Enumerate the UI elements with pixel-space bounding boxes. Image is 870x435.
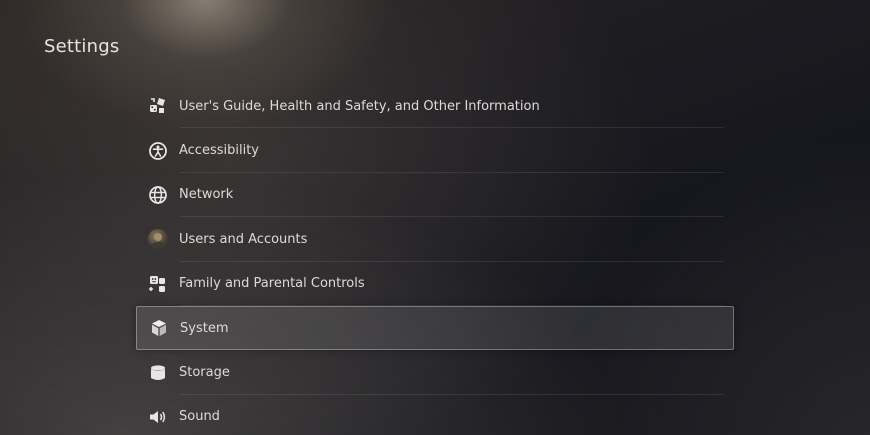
menu-item-label: Family and Parental Controls (179, 276, 365, 292)
menu-item-users-guide[interactable]: User's Guide, Health and Safety, and Oth… (136, 84, 734, 129)
menu-item-users-and-accounts[interactable]: Users and Accounts (136, 217, 734, 262)
family-controls-icon (148, 274, 168, 294)
menu-item-label: Storage (179, 365, 230, 381)
menu-item-network[interactable]: Network (136, 173, 734, 218)
menu-item-system[interactable]: System (136, 305, 734, 351)
page-title: Settings (44, 36, 120, 57)
menu-item-accessibility[interactable]: Accessibility (136, 128, 734, 174)
menu-item-family-controls[interactable]: Family and Parental Controls (136, 262, 734, 307)
cube-icon (149, 318, 169, 338)
menu-item-label: Sound (179, 409, 220, 425)
guide-icon (148, 96, 168, 116)
settings-menu: User's Guide, Health and Safety, and Oth… (136, 84, 734, 435)
menu-item-label: Users and Accounts (179, 231, 308, 247)
menu-item-label: Accessibility (179, 143, 259, 159)
menu-item-label: User's Guide, Health and Safety, and Oth… (179, 98, 540, 114)
globe-icon (148, 185, 168, 205)
menu-item-storage[interactable]: Storage (136, 350, 734, 396)
accessibility-icon (148, 141, 168, 161)
menu-item-label: System (180, 320, 229, 336)
speaker-icon (148, 407, 168, 427)
user-avatar (148, 229, 168, 250)
menu-item-sound[interactable]: Sound (136, 395, 734, 435)
menu-item-label: Network (179, 187, 234, 203)
storage-icon (148, 363, 168, 383)
